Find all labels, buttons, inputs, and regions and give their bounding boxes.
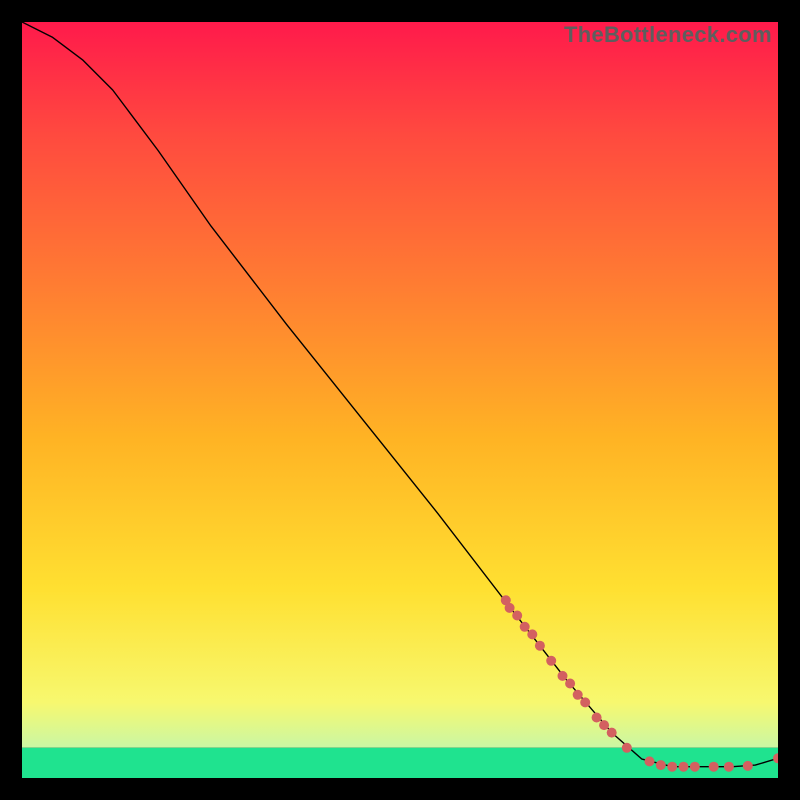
data-marker bbox=[667, 762, 677, 772]
data-marker bbox=[565, 679, 575, 689]
data-marker bbox=[656, 760, 666, 770]
data-marker bbox=[679, 762, 689, 772]
chart-container: TheBottleneck.com bbox=[0, 0, 800, 800]
plot-area: TheBottleneck.com bbox=[22, 22, 778, 778]
data-marker bbox=[622, 743, 632, 753]
data-marker bbox=[558, 671, 568, 681]
data-marker bbox=[546, 656, 556, 666]
data-marker bbox=[690, 762, 700, 772]
data-marker bbox=[709, 762, 719, 772]
data-marker bbox=[512, 611, 522, 621]
data-marker bbox=[645, 756, 655, 766]
data-marker bbox=[520, 622, 530, 632]
data-marker bbox=[580, 697, 590, 707]
data-marker bbox=[743, 761, 753, 771]
chart-svg bbox=[22, 22, 778, 778]
data-marker bbox=[724, 762, 734, 772]
data-marker bbox=[592, 713, 602, 723]
data-marker bbox=[527, 629, 537, 639]
data-marker bbox=[607, 728, 617, 738]
gradient-background bbox=[22, 22, 778, 748]
data-marker bbox=[573, 690, 583, 700]
data-marker bbox=[505, 603, 515, 613]
data-marker bbox=[535, 641, 545, 651]
data-marker bbox=[599, 720, 609, 730]
